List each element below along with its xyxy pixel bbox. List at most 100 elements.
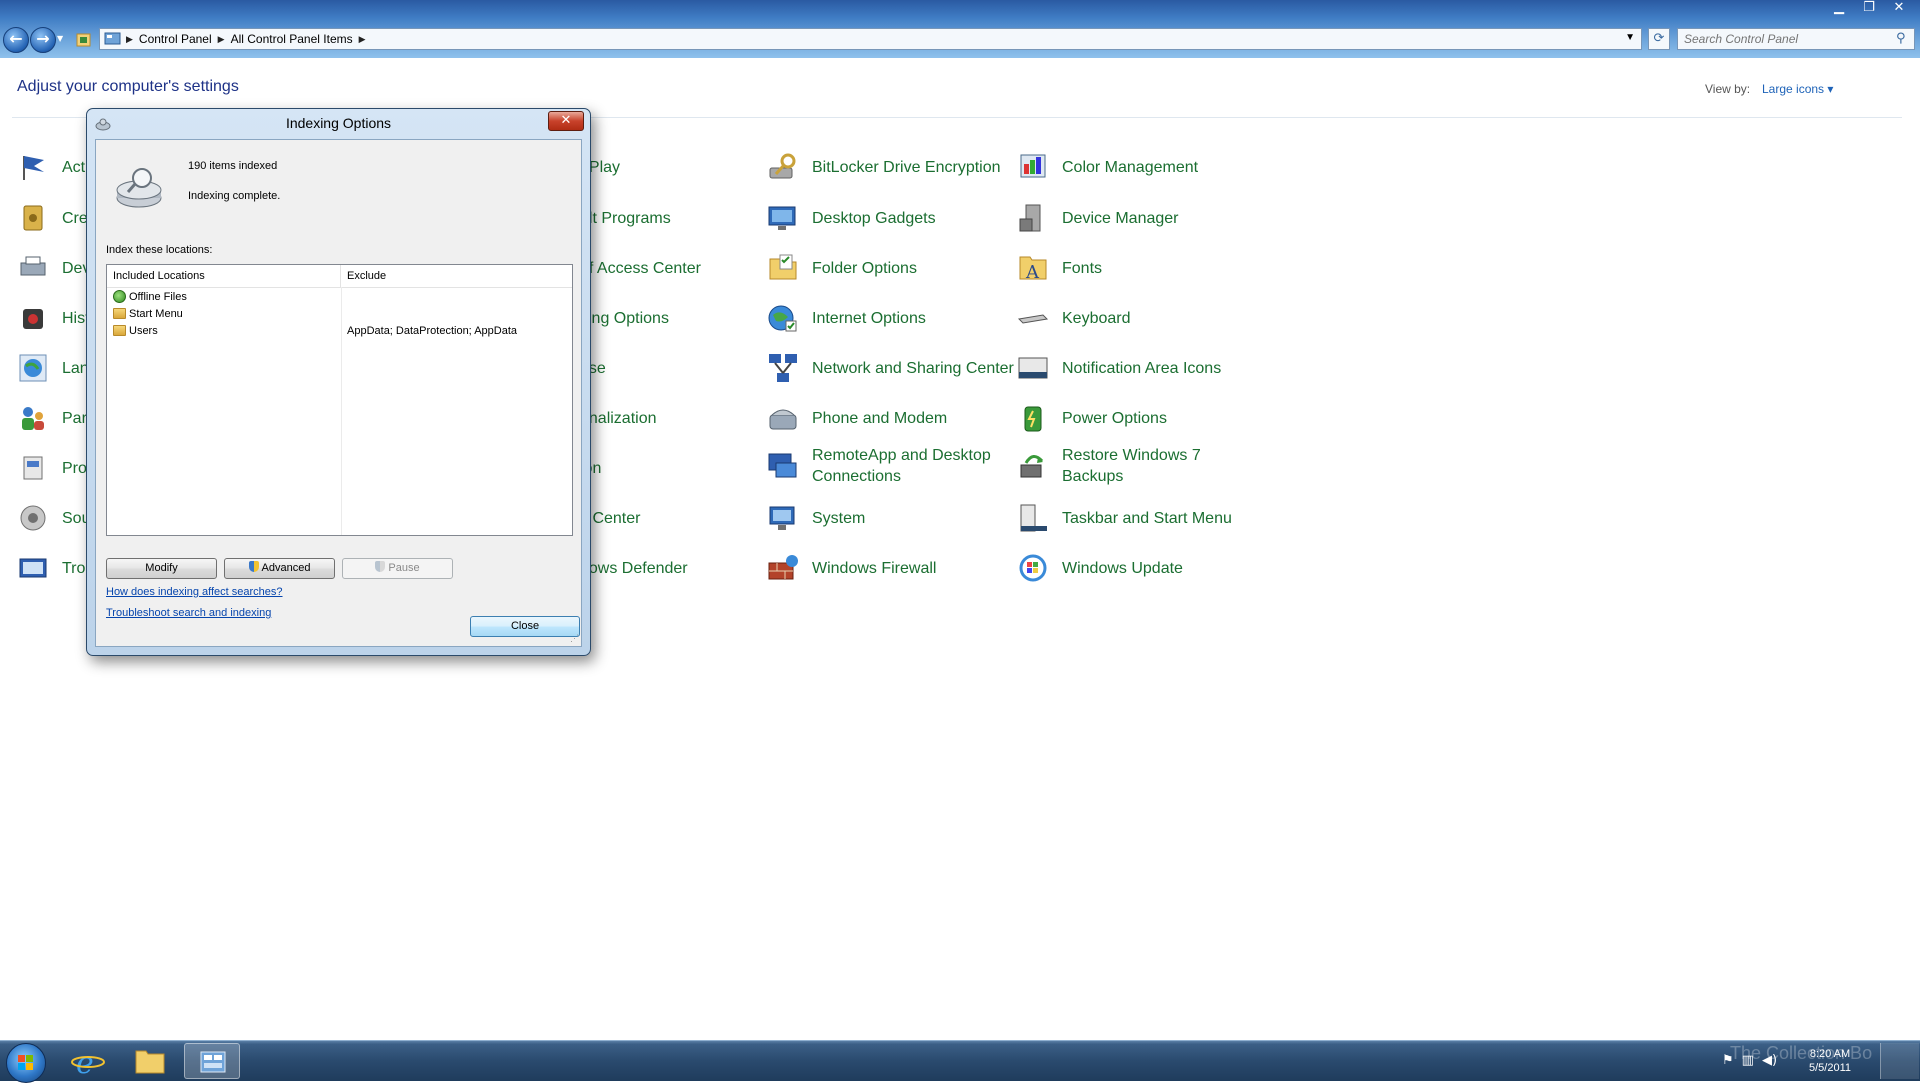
cp-item-parental-controls[interactable]: Par — [16, 395, 87, 441]
cp-item-keyboard[interactable]: Keyboard — [1016, 295, 1131, 341]
table-row[interactable]: Start Menu — [107, 305, 572, 322]
indexing-status: Indexing complete. — [188, 190, 281, 202]
cp-item-credential-manager[interactable]: Cre — [16, 195, 88, 241]
troubleshoot-icon — [19, 558, 47, 578]
close-button[interactable]: Close — [470, 616, 580, 637]
cp-item-programs[interactable]: Pro — [16, 445, 87, 491]
breadcrumb-separator-icon[interactable]: ▶ — [359, 34, 366, 45]
cp-item-language[interactable]: Lan — [16, 345, 89, 391]
refresh-button[interactable]: ⟳ — [1648, 28, 1670, 50]
cp-item-windows-firewall[interactable]: Windows Firewall — [766, 545, 936, 591]
search-input[interactable] — [1677, 28, 1915, 50]
close-window-button[interactable]: ✕ — [1888, 0, 1910, 16]
recent-pages-icon[interactable]: ▼ — [57, 34, 63, 43]
table-header: Included Locations Exclude — [107, 265, 572, 288]
cp-item-default-programs[interactable]: ult Programs — [580, 195, 671, 241]
minimize-button[interactable]: ▁ — [1828, 0, 1850, 16]
cp-item-taskbar-start[interactable]: Taskbar and Start Menu — [1016, 495, 1232, 541]
breadcrumb-separator-icon[interactable]: ▶ — [126, 34, 133, 45]
table-row[interactable]: Users AppData; DataProtection; AppData — [107, 322, 572, 339]
network-icon — [769, 354, 797, 382]
advanced-button[interactable]: Advanced — [224, 558, 335, 579]
watermark: The Collection Bo — [1730, 1043, 1873, 1063]
pause-button[interactable]: Pause — [342, 558, 453, 579]
cp-item-label: Phone and Modem — [812, 409, 948, 427]
cp-item-internet-options[interactable]: Internet Options — [766, 295, 926, 341]
cp-item-network-sharing[interactable]: Network and Sharing Center — [766, 345, 1014, 391]
forward-button[interactable]: → — [30, 27, 56, 53]
dialog-close-x-button[interactable]: ✕ — [548, 111, 584, 131]
cp-item-system[interactable]: System — [766, 495, 865, 541]
view-by-label: View by: — [1705, 82, 1751, 96]
cp-item-personalization[interactable]: onalization — [580, 395, 657, 441]
cp-item-power-options[interactable]: Power Options — [1016, 395, 1167, 441]
cp-item-phone-modem[interactable]: Phone and Modem — [766, 395, 947, 441]
power-icon — [1024, 406, 1042, 432]
taskbar-internet-explorer[interactable]: e — [60, 1043, 116, 1081]
cp-item-notification-area[interactable]: Notification Area Icons — [1016, 345, 1221, 391]
window-controls: ▁ ❐ ✕ — [1828, 0, 1910, 16]
search-icon[interactable]: ⚲ — [1896, 31, 1906, 46]
uac-shield-icon — [248, 561, 259, 572]
maximize-button[interactable]: ❐ — [1858, 0, 1880, 16]
address-dropdown-icon[interactable]: ▼ — [1625, 32, 1635, 43]
breadcrumb-control-panel[interactable]: Control Panel — [133, 32, 218, 46]
location-name: Users — [129, 324, 158, 337]
people-icon — [22, 407, 44, 430]
cp-item-label: Network and Sharing Center — [812, 359, 1014, 377]
back-button[interactable]: ← — [3, 27, 29, 53]
indexing-help-link[interactable]: How does indexing affect searches? — [106, 586, 283, 598]
cp-item-ease-of-access[interactable]: of Access Center — [580, 245, 701, 291]
control-panel-icon — [200, 1051, 226, 1073]
cp-item-indexing-options[interactable]: xing Options — [580, 295, 669, 341]
printer-icon — [20, 256, 46, 276]
cp-item-label: of Access Center — [580, 259, 701, 277]
dialog-title: Indexing Options — [285, 115, 392, 131]
cp-item-label: Windows Firewall — [812, 559, 937, 577]
cp-item-windows-update[interactable]: Windows Update — [1016, 545, 1183, 591]
cp-item-folder-options[interactable]: Folder Options — [766, 245, 917, 291]
cp-item-history[interactable]: Hist — [16, 295, 90, 341]
offline-files-icon — [113, 290, 126, 303]
resize-grip-icon[interactable]: ⋰ — [570, 633, 579, 644]
cp-item-color-management[interactable]: Color Management — [1016, 144, 1198, 190]
cp-item-device-manager[interactable]: Device Manager — [1016, 195, 1179, 241]
cp-item-action-center[interactable]: Acti — [16, 144, 89, 190]
cp-item-sound[interactable]: Sou — [16, 495, 90, 541]
table-row[interactable]: Offline Files — [107, 288, 572, 305]
taskbar-control-panel[interactable] — [184, 1043, 240, 1079]
cp-item-remoteapp[interactable]: RemoteApp and Desktop Connections — [766, 445, 992, 487]
cp-item-devices-printers[interactable]: Dev — [16, 245, 90, 291]
cp-item-label: Fonts — [1062, 259, 1103, 277]
troubleshoot-link[interactable]: Troubleshoot search and indexing — [106, 607, 271, 619]
control-panel-icon — [104, 32, 121, 45]
cp-item-desktop-gadgets[interactable]: Desktop Gadgets — [766, 195, 936, 241]
column-header-included[interactable]: Included Locations — [107, 265, 341, 287]
taskbar-windows-explorer[interactable] — [122, 1043, 178, 1079]
pause-button-label: Pause — [388, 562, 420, 574]
column-header-exclude[interactable]: Exclude — [341, 265, 392, 287]
explorer-folder-icon — [135, 1050, 165, 1074]
cp-item-label: Folder Options — [812, 259, 917, 277]
cp-item-troubleshooting[interactable]: Tro — [16, 545, 85, 591]
cp-item-bitlocker[interactable]: BitLocker Drive Encryption — [766, 144, 1001, 190]
cp-item-fonts[interactable]: A Fonts — [1016, 245, 1102, 291]
modify-button[interactable]: Modify — [106, 558, 217, 579]
start-button[interactable] — [6, 1043, 46, 1083]
locations-table[interactable]: Included Locations Exclude Offline Files… — [106, 264, 573, 536]
globe-icon — [19, 354, 47, 382]
cp-item-restore-backups[interactable]: Restore Windows 7 Backups — [1016, 445, 1212, 487]
indexing-drive-icon — [116, 168, 162, 208]
cp-item-label: BitLocker Drive Encryption — [812, 158, 1001, 176]
show-desktop-button[interactable] — [1880, 1043, 1919, 1079]
address-bar[interactable]: ▶ Control Panel ▶ All Control Panel Item… — [99, 28, 1642, 50]
breadcrumb-separator-icon[interactable]: ▶ — [218, 34, 225, 45]
device-manager-icon — [1019, 204, 1041, 232]
programs-icon — [23, 456, 43, 480]
items-indexed-count: 190 items indexed — [188, 160, 278, 172]
firewall-icon — [768, 555, 798, 580]
cp-item-windows-defender[interactable]: dows Defender — [580, 545, 688, 591]
breadcrumb-all-items[interactable]: All Control Panel Items — [225, 32, 359, 46]
view-by-dropdown[interactable]: Large icons ▾ — [1762, 82, 1833, 96]
backup-drive-icon — [23, 309, 43, 329]
